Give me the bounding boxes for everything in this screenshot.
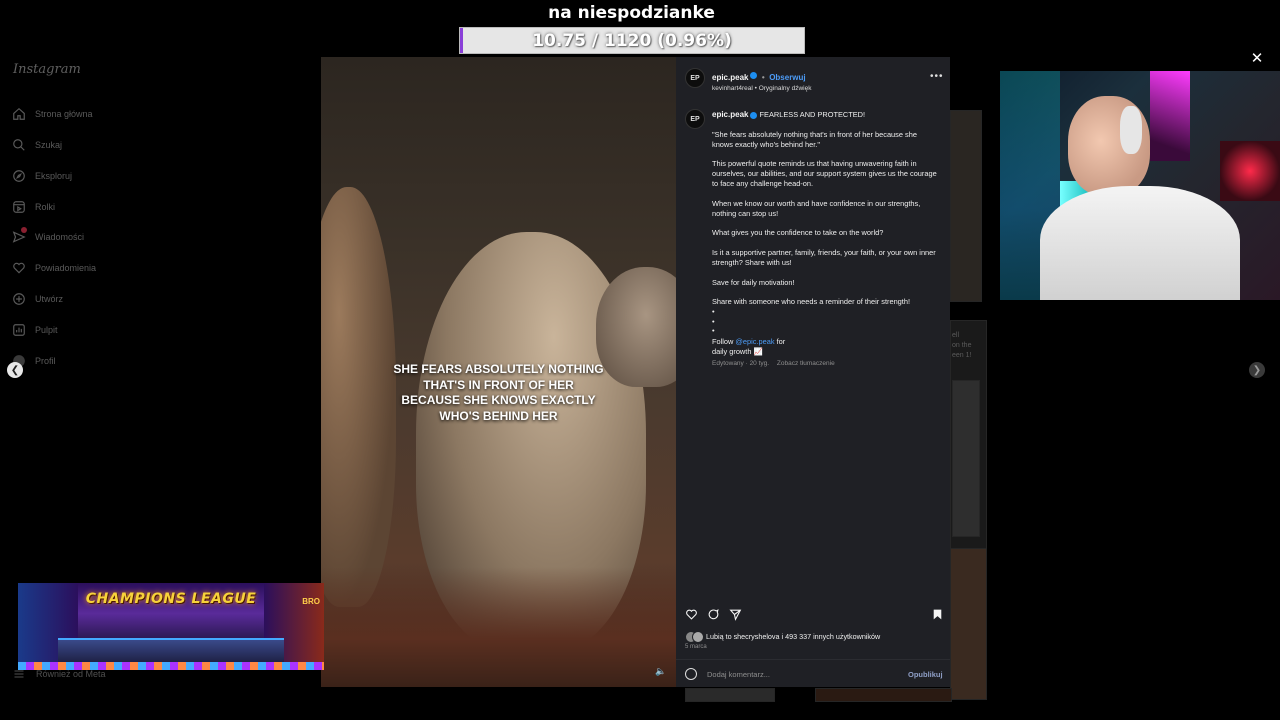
sidebar-item-label: Strona główna bbox=[35, 109, 93, 119]
sidebar-item-label: Wiadomości bbox=[35, 232, 85, 242]
pink-light bbox=[1150, 71, 1190, 161]
emoji-icon[interactable] bbox=[685, 668, 697, 680]
messenger-icon-wrap bbox=[12, 227, 27, 244]
headphones bbox=[1120, 106, 1142, 154]
bookmark-icon[interactable] bbox=[931, 608, 944, 621]
also-from-meta-link[interactable]: Również od Meta bbox=[36, 669, 106, 679]
sidebar-item-dashboard[interactable]: Pulpit bbox=[12, 322, 58, 338]
instagram-logo[interactable]: Instagram bbox=[13, 62, 81, 77]
background-thumbnail[interactable] bbox=[950, 110, 982, 302]
verified-icon bbox=[750, 111, 758, 119]
caption-dot: • bbox=[712, 307, 715, 317]
background-snippet: ell on the een 1! bbox=[952, 332, 972, 359]
post-panel: EP epic.peak • Obserwuj kevinhart4real •… bbox=[676, 57, 950, 687]
share-icon[interactable] bbox=[729, 608, 742, 621]
banner-lights bbox=[18, 662, 324, 670]
sidebar-item-reels[interactable]: Rolki bbox=[12, 199, 55, 215]
mention-link[interactable]: @epic.peak bbox=[735, 337, 774, 346]
close-icon[interactable]: ✕ bbox=[1250, 51, 1264, 66]
next-post-button[interactable]: ❯ bbox=[1249, 362, 1265, 378]
heart-icon bbox=[13, 262, 25, 274]
sidebar-item-label: Utwórz bbox=[35, 294, 64, 304]
caption-follow-line2: daily growth 📈 bbox=[712, 346, 763, 356]
sidebar-item-label: Pulpit bbox=[35, 325, 58, 335]
author-username[interactable]: epic.peak bbox=[712, 73, 748, 82]
chevron-left-icon: ❮ bbox=[10, 364, 20, 376]
author-avatar[interactable]: EP bbox=[685, 68, 705, 88]
compass-icon bbox=[13, 170, 25, 182]
background-thumbnail[interactable] bbox=[685, 688, 775, 702]
post-caption: epic.peak FEARLESS AND PROTECTED! "She f… bbox=[712, 110, 937, 369]
likes-text[interactable]: Lubią to shecryshelova i 493 337 innych … bbox=[706, 632, 880, 641]
see-translation-link[interactable]: Zobacz tłumaczenie bbox=[777, 360, 835, 367]
caption-paragraph: What gives you the confidence to take on… bbox=[712, 228, 884, 238]
chevron-right-icon: ❯ bbox=[1252, 364, 1262, 376]
like-heart-icon[interactable] bbox=[685, 608, 698, 621]
ground bbox=[321, 567, 676, 687]
caption-author-username[interactable]: epic.peak bbox=[712, 110, 748, 119]
caption-dot: • bbox=[712, 316, 715, 326]
post-date: 5 marca bbox=[685, 644, 707, 650]
sidebar-item-label: Eksploruj bbox=[35, 171, 73, 181]
caption-meta: Edytowany · 20 tyg. Zobacz tłumaczenie bbox=[712, 359, 937, 369]
caption-paragraph: Save for daily motivation! bbox=[712, 277, 795, 287]
comment-input[interactable]: Dodaj komentarz... bbox=[707, 670, 770, 679]
previous-post-button[interactable]: ❮ bbox=[7, 362, 23, 378]
sidebar-item-label: Szukaj bbox=[35, 140, 63, 150]
post-header: epic.peak • Obserwuj kevinhart4real • Or… bbox=[712, 67, 811, 92]
likes-line[interactable]: Lubią to shecryshelova i 493 337 innych … bbox=[685, 631, 880, 643]
follow-button[interactable]: Obserwuj bbox=[769, 73, 805, 82]
caption-paragraph: Share with someone who needs a reminder … bbox=[712, 297, 911, 307]
sound-icon[interactable]: 🔈 bbox=[655, 666, 667, 678]
comment-row: Dodaj komentarz... Opublikuj bbox=[676, 659, 950, 688]
comment-icon[interactable] bbox=[707, 608, 720, 621]
more-options-icon[interactable]: ••• bbox=[930, 71, 944, 82]
separator: • bbox=[761, 73, 765, 82]
reel-video[interactable]: SHE FEARS ABSOLUTELY NOTHING THAT'S IN F… bbox=[321, 57, 676, 687]
search-icon bbox=[13, 139, 25, 151]
goal-progress-bar: 10.75 / 1120 (0.96%) bbox=[459, 27, 805, 54]
banner-title: CHAMPIONS LEAGUE bbox=[85, 591, 257, 607]
goal-title: na niespodzianke bbox=[548, 3, 715, 23]
background-thumbnail[interactable] bbox=[952, 380, 980, 537]
background-thumbnail[interactable] bbox=[815, 688, 952, 702]
caption-follow-line: Follow @epic.peak for bbox=[712, 336, 786, 346]
champions-league-banner: CHAMPIONS LEAGUE BRO bbox=[18, 583, 324, 670]
notification-badge bbox=[21, 227, 27, 233]
caption-paragraph: Is it a supportive partner, family, frie… bbox=[712, 247, 936, 267]
home-icon bbox=[13, 107, 25, 120]
audio-line[interactable]: kevinhart4real • Oryginalny dźwięk bbox=[712, 85, 811, 92]
sidebar-item-create[interactable]: Utwórz bbox=[12, 291, 63, 307]
plus-icon bbox=[13, 293, 25, 305]
background-thumbnail[interactable] bbox=[950, 548, 987, 700]
edited-label: Edytowany · 20 tyg. bbox=[712, 359, 770, 367]
white-shirt bbox=[1040, 186, 1240, 300]
publish-button[interactable]: Opublikuj bbox=[908, 670, 943, 679]
sidebar-item-home[interactable]: Strona główna bbox=[12, 106, 93, 122]
post-actions bbox=[685, 608, 945, 622]
red-light bbox=[1220, 141, 1280, 201]
banner-corner-text: BRO bbox=[302, 597, 320, 606]
sidebar-item-search[interactable]: Szukaj bbox=[12, 137, 62, 153]
sidebar-item-messages[interactable]: Wiadomości bbox=[12, 227, 85, 245]
sidebar-item-explore[interactable]: Eksploruj bbox=[12, 168, 72, 184]
caption-paragraph: "She fears absolutely nothing that's in … bbox=[712, 129, 917, 149]
verified-icon bbox=[750, 72, 758, 80]
sidebar-item-label: Powiadomienia bbox=[35, 263, 97, 273]
goal-progress-text: 10.75 / 1120 (0.96%) bbox=[532, 31, 732, 51]
caption-headline: FEARLESS AND PROTECTED! bbox=[759, 110, 866, 119]
caption-author-avatar[interactable]: EP bbox=[685, 109, 705, 129]
liker-avatars bbox=[685, 631, 704, 643]
sidebar-item-label: Rolki bbox=[35, 202, 56, 212]
sidebar-item-notifications[interactable]: Powiadomienia bbox=[12, 260, 96, 276]
sidebar-item-label: Profil bbox=[35, 356, 56, 366]
reels-icon bbox=[13, 201, 25, 213]
video-caption: SHE FEARS ABSOLUTELY NOTHING THAT'S IN F… bbox=[393, 362, 604, 423]
caption-dot: • bbox=[712, 326, 715, 336]
streamer-webcam bbox=[1000, 71, 1280, 300]
dashboard-icon bbox=[13, 324, 25, 336]
caption-paragraph: When we know our worth and have confiden… bbox=[712, 198, 921, 218]
caption-paragraph: This powerful quote reminds us that havi… bbox=[712, 159, 937, 189]
